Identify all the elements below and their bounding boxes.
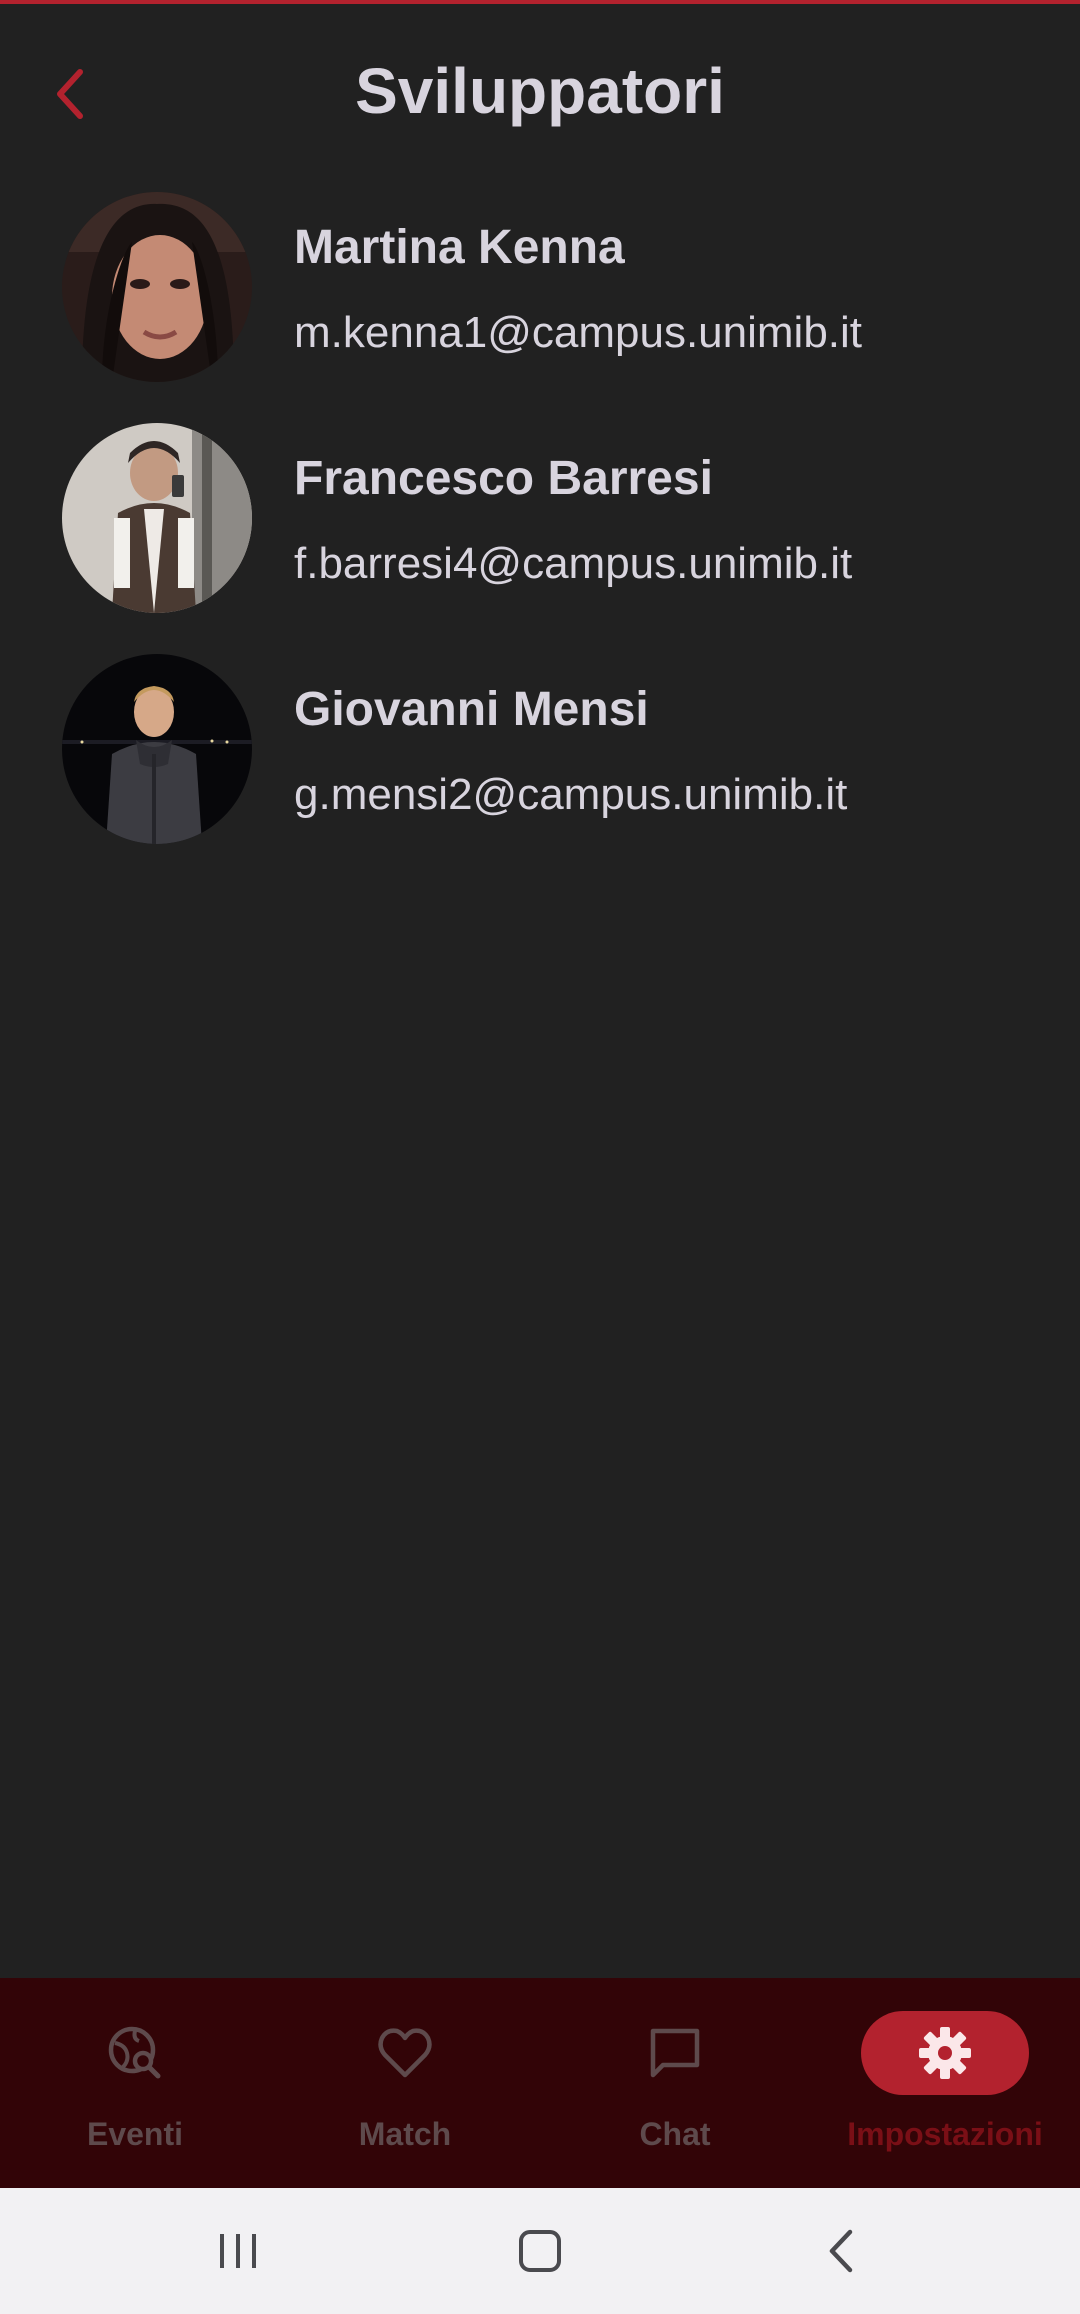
heart-outline-icon [378, 2028, 432, 2078]
developer-list: Martina Kenna m.kenna1@campus.unimib.it … [0, 190, 1080, 883]
nav-item-match[interactable]: Match [270, 1978, 540, 2188]
chevron-left-icon [829, 2229, 853, 2273]
nav-icon-container [591, 2011, 759, 2095]
nav-item-eventi[interactable]: Eventi [0, 1978, 270, 2188]
travel-explore-icon [108, 2026, 161, 2079]
nav-item-chat[interactable]: Chat [540, 1978, 810, 2188]
nav-icon-container [51, 2011, 219, 2095]
nav-icon-container [321, 2011, 489, 2095]
system-back-button[interactable] [772, 2188, 912, 2314]
gear-icon [919, 2027, 971, 2079]
system-navigation-bar [0, 2188, 1080, 2314]
developer-email[interactable]: g.mensi2@campus.unimib.it [294, 770, 847, 820]
developer-email[interactable]: f.barresi4@campus.unimib.it [294, 539, 852, 589]
nav-label: Impostazioni [847, 2116, 1043, 2152]
developer-name: Francesco Barresi [294, 452, 713, 505]
bottom-navigation: Eventi Match Chat Impostazioni [0, 1978, 1080, 2188]
nav-label: Match [358, 2116, 452, 2152]
avatar [62, 423, 252, 613]
recent-apps-button[interactable] [168, 2188, 308, 2314]
developer-item[interactable]: Martina Kenna m.kenna1@campus.unimib.it [0, 190, 1080, 421]
page-title: Sviluppatori [355, 55, 725, 127]
developer-name: Martina Kenna [294, 221, 625, 274]
home-button[interactable] [470, 2188, 610, 2314]
app-bar: Sviluppatori [0, 4, 1080, 174]
nav-label: Chat [639, 2116, 711, 2152]
avatar [62, 654, 252, 844]
recent-apps-icon [220, 2234, 256, 2268]
developer-email[interactable]: m.kenna1@campus.unimib.it [294, 308, 862, 358]
chat-bubble-outline-icon [650, 2028, 700, 2078]
developer-item[interactable]: Francesco Barresi f.barresi4@campus.unim… [0, 421, 1080, 652]
nav-icon-container-active [861, 2011, 1029, 2095]
developer-item[interactable]: Giovanni Mensi g.mensi2@campus.unimib.it [0, 652, 1080, 883]
nav-label: Eventi [86, 2116, 184, 2152]
nav-item-impostazioni[interactable]: Impostazioni [810, 1978, 1080, 2188]
avatar [62, 192, 252, 382]
developer-name: Giovanni Mensi [294, 683, 649, 736]
home-icon [519, 2230, 561, 2272]
